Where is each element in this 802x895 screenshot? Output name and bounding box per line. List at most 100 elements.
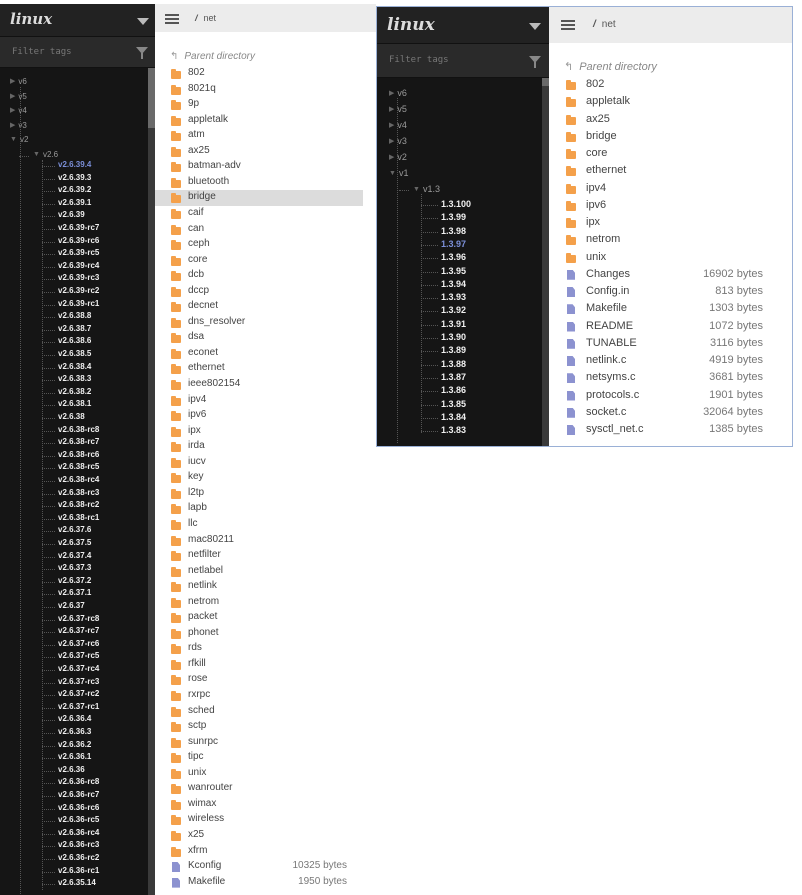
tag-v2-6-39-rc7[interactable]: v2.6.39-rc7	[58, 223, 99, 232]
tag-v2-6-38-1[interactable]: v2.6.38.1	[58, 399, 91, 408]
tag-v2-6-39-rc4[interactable]: v2.6.39-rc4	[58, 261, 99, 270]
tree-node-v3[interactable]: ▶ v3	[10, 121, 27, 130]
dir-can[interactable]: can	[155, 222, 363, 238]
tag-v2-6-37-2[interactable]: v2.6.37.2	[58, 576, 91, 585]
tag-v2-6-38-rc3[interactable]: v2.6.38-rc3	[58, 488, 99, 497]
dir-ax25[interactable]: ax25	[549, 112, 792, 129]
tag-1-3-89[interactable]: 1.3.89	[441, 345, 466, 355]
dir-ethernet[interactable]: ethernet	[549, 163, 792, 180]
caret-right-icon[interactable]: ▶	[389, 153, 394, 161]
tag-v2-6-35-14[interactable]: v2.6.35.14	[58, 878, 96, 887]
tag-1-3-85[interactable]: 1.3.85	[441, 399, 466, 409]
dir-core[interactable]: core	[155, 253, 363, 269]
tag-v2-6-36-rc6[interactable]: v2.6.36-rc6	[58, 803, 99, 812]
dir-bluetooth[interactable]: bluetooth	[155, 175, 363, 191]
tag-v2-6-37-rc7[interactable]: v2.6.37-rc7	[58, 626, 99, 635]
caret-right-icon[interactable]: ▶	[389, 137, 394, 145]
file-Makefile[interactable]: Makefile 1303 bytes	[549, 301, 792, 318]
dir-econet[interactable]: econet	[155, 346, 363, 362]
tag-v2-6-39-3[interactable]: v2.6.39.3	[58, 173, 91, 182]
tag-v2-6-36-rc1[interactable]: v2.6.36-rc1	[58, 866, 99, 875]
tag-v2-6-38-8[interactable]: v2.6.38.8	[58, 311, 91, 320]
tag-v2-6-38-rc7[interactable]: v2.6.38-rc7	[58, 437, 99, 446]
dir-core[interactable]: core	[549, 146, 792, 163]
tag-v2-6-37-5[interactable]: v2.6.37.5	[58, 538, 91, 547]
file-netsyms-c[interactable]: netsyms.c 3681 bytes	[549, 370, 792, 387]
breadcrumb[interactable]: / net	[195, 13, 216, 23]
tree-node-v6[interactable]: ▶ v6	[389, 88, 407, 98]
tag-v2-6-36-rc8[interactable]: v2.6.36-rc8	[58, 777, 99, 786]
caret-down-icon[interactable]: ▼	[10, 136, 17, 143]
dir-bridge[interactable]: bridge	[155, 190, 363, 206]
tag-v2-6-39-1[interactable]: v2.6.39.1	[58, 198, 91, 207]
tag-v2-6-37-6[interactable]: v2.6.37.6	[58, 525, 91, 534]
tag-v2-6-37-1[interactable]: v2.6.37.1	[58, 588, 91, 597]
dir-rfkill[interactable]: rfkill	[155, 657, 363, 673]
tag-1-3-100[interactable]: 1.3.100	[441, 199, 471, 209]
dir-mac80211[interactable]: mac80211	[155, 533, 363, 549]
dir-ipv4[interactable]: ipv4	[155, 393, 363, 409]
tag-v2-6-36-rc4[interactable]: v2.6.36-rc4	[58, 828, 99, 837]
tag-v2-6-38-6[interactable]: v2.6.38.6	[58, 336, 91, 345]
tag-1-3-93[interactable]: 1.3.93	[441, 292, 466, 302]
tag-1-3-99[interactable]: 1.3.99	[441, 212, 466, 222]
caret-down-icon[interactable]: ▼	[389, 170, 396, 177]
dir-appletalk[interactable]: appletalk	[155, 113, 363, 129]
tag-1-3-92[interactable]: 1.3.92	[441, 305, 466, 315]
tree-node-v4[interactable]: ▶ v4	[10, 106, 27, 115]
tag-v2-6-38-rc6[interactable]: v2.6.38-rc6	[58, 450, 99, 459]
dir-rose[interactable]: rose	[155, 672, 363, 688]
tag-v2-6-39-rc6[interactable]: v2.6.39-rc6	[58, 236, 99, 245]
dir-iucv[interactable]: iucv	[155, 455, 363, 471]
tag-v2-6-36-rc3[interactable]: v2.6.36-rc3	[58, 840, 99, 849]
tag-1-3-97[interactable]: 1.3.97	[441, 239, 466, 249]
tag-v2-6-36-2[interactable]: v2.6.36.2	[58, 740, 91, 749]
dir-phonet[interactable]: phonet	[155, 626, 363, 642]
dir-802[interactable]: 802	[155, 66, 363, 82]
tag-v2-6-37-rc4[interactable]: v2.6.37-rc4	[58, 664, 99, 673]
dir-tipc[interactable]: tipc	[155, 750, 363, 766]
dir-llc[interactable]: llc	[155, 517, 363, 533]
tag-filter-input[interactable]: Filter tags	[0, 36, 155, 68]
tag-1-3-94[interactable]: 1.3.94	[441, 279, 466, 289]
dir-wimax[interactable]: wimax	[155, 797, 363, 813]
filter-icon[interactable]	[136, 47, 148, 59]
tag-v2-6-39-4[interactable]: v2.6.39.4	[58, 160, 91, 169]
dir-atm[interactable]: atm	[155, 128, 363, 144]
tag-1-3-88[interactable]: 1.3.88	[441, 359, 466, 369]
tag-1-3-91[interactable]: 1.3.91	[441, 319, 466, 329]
tag-v2-6-38-rc2[interactable]: v2.6.38-rc2	[58, 500, 99, 509]
caret-down-icon[interactable]: ▼	[33, 151, 40, 158]
tag-1-3-98[interactable]: 1.3.98	[441, 226, 466, 236]
dir-sched[interactable]: sched	[155, 704, 363, 720]
chevron-down-icon[interactable]	[529, 23, 541, 30]
dir-irda[interactable]: irda	[155, 439, 363, 455]
dir-unix[interactable]: unix	[549, 250, 792, 267]
file-README[interactable]: README 1072 bytes	[549, 319, 792, 336]
tag-v2-6-37-rc3[interactable]: v2.6.37-rc3	[58, 677, 99, 686]
tag-v2-6-39-rc3[interactable]: v2.6.39-rc3	[58, 273, 99, 282]
dir-dcb[interactable]: dcb	[155, 268, 363, 284]
dir-rds[interactable]: rds	[155, 641, 363, 657]
parent-directory-link[interactable]: ↰ Parent directory	[564, 60, 657, 73]
repo-logo[interactable]: linux	[0, 4, 155, 36]
file-netlink-c[interactable]: netlink.c 4919 bytes	[549, 353, 792, 370]
dir-key[interactable]: key	[155, 470, 363, 486]
tag-v2-6-37[interactable]: v2.6.37	[58, 601, 85, 610]
file-Makefile[interactable]: Makefile 1950 bytes	[155, 875, 363, 891]
tag-1-3-83[interactable]: 1.3.83	[441, 425, 466, 435]
dir-bridge[interactable]: bridge	[549, 129, 792, 146]
dir-ieee802154[interactable]: ieee802154	[155, 377, 363, 393]
tag-v2-6-38-2[interactable]: v2.6.38.2	[58, 387, 91, 396]
dir-x25[interactable]: x25	[155, 828, 363, 844]
menu-icon[interactable]	[561, 20, 575, 30]
dir-batman-adv[interactable]: batman-adv	[155, 159, 363, 175]
tree-node-branch[interactable]: ▼ v2.6	[33, 150, 58, 159]
file-protocols-c[interactable]: protocols.c 1901 bytes	[549, 388, 792, 405]
tag-v2-6-37-4[interactable]: v2.6.37.4	[58, 551, 91, 560]
caret-down-icon[interactable]: ▼	[413, 186, 420, 193]
dir-lapb[interactable]: lapb	[155, 501, 363, 517]
tag-1-3-90[interactable]: 1.3.90	[441, 332, 466, 342]
tree-node-v5[interactable]: ▶ v5	[10, 92, 27, 101]
tag-v2-6-36-rc5[interactable]: v2.6.36-rc5	[58, 815, 99, 824]
